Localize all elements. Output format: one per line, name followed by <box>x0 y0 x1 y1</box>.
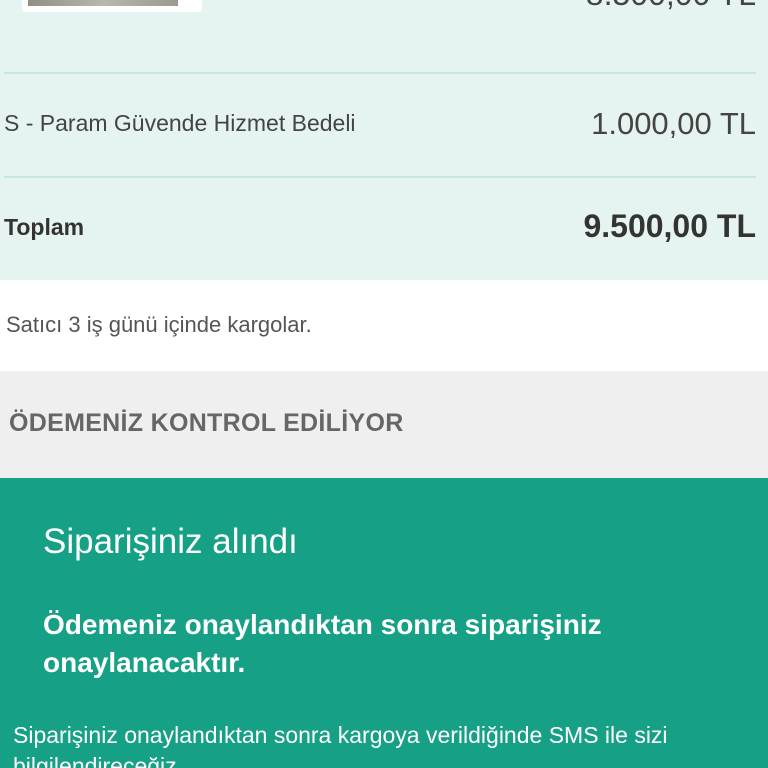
product-price: 8.500,00 TL <box>586 0 756 10</box>
order-summary: 8.500,00 TL S - Param Güvende Hizmet Bed… <box>0 0 768 280</box>
service-fee-value: 1.000,00 TL <box>591 106 756 141</box>
confirmation-title: Siparişiniz alındı <box>43 522 298 561</box>
divider <box>4 72 756 74</box>
confirmation-body: Siparişiniz onaylandıktan sonra kargoya … <box>13 722 668 768</box>
order-status-page: 8.500,00 TL S - Param Güvende Hizmet Bed… <box>0 0 768 768</box>
payment-status-text: ÖDEMENİZ KONTROL EDİLİYOR <box>9 409 404 437</box>
service-fee-label: S - Param Güvende Hizmet Bedeli <box>4 110 356 136</box>
product-image-photo <box>28 0 178 6</box>
total-value: 9.500,00 TL <box>583 208 756 244</box>
total-label: Toplam <box>4 214 85 240</box>
confirmation-subtitle: Ödemeniz onaylandıktan sonra siparişiniz… <box>43 609 602 678</box>
payment-status-bar: ÖDEMENİZ KONTROL EDİLİYOR <box>0 371 768 478</box>
shipping-note: Satıcı 3 iş günü içinde kargolar. <box>6 312 312 337</box>
order-confirmation-panel: Siparişiniz alındı Ödemeniz onaylandıkta… <box>0 478 768 768</box>
product-image[interactable] <box>22 0 202 12</box>
divider <box>4 176 756 178</box>
